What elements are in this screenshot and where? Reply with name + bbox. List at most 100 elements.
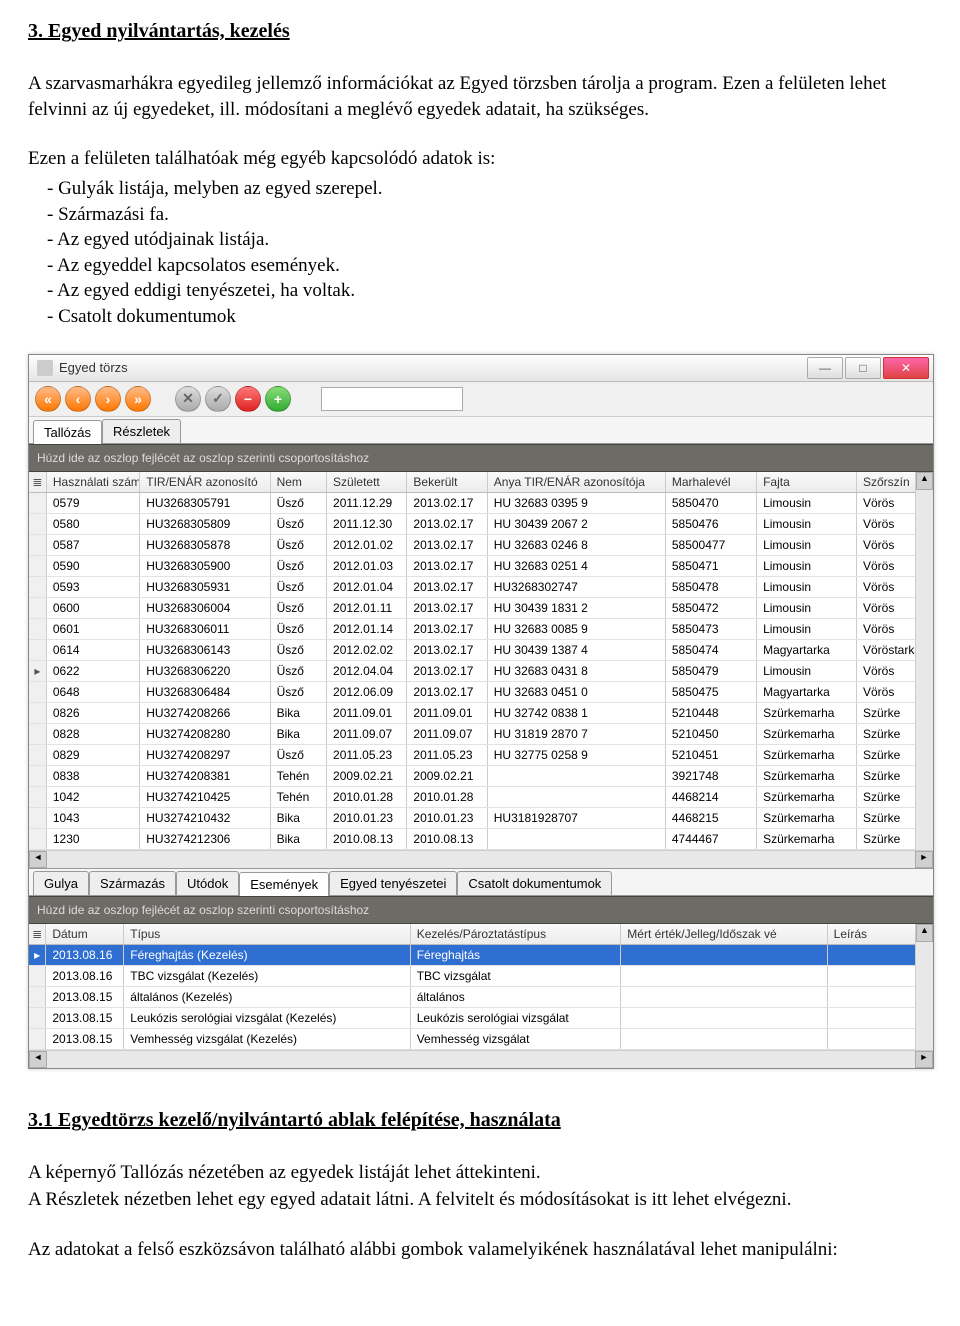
minimize-button[interactable]: — — [807, 357, 843, 379]
column-header[interactable]: Született — [327, 472, 407, 493]
scroll-right-icon[interactable]: ► — [915, 1051, 933, 1068]
table-row[interactable]: 2013.08.15általános (Kezelés)általános — [29, 986, 933, 1007]
table-row[interactable]: ▸0622HU3268306220Üsző2012.04.042013.02.1… — [29, 660, 933, 681]
table-row[interactable]: 0829HU3274208297Üsző2011.05.232011.05.23… — [29, 744, 933, 765]
delete-button[interactable]: − — [235, 386, 261, 412]
row-marker — [29, 1028, 46, 1049]
table-row[interactable]: 2013.08.16TBC vizsgálat (Kezelés)TBC viz… — [29, 965, 933, 986]
horizontal-scrollbar-bottom[interactable]: ◄ ► — [29, 1050, 933, 1068]
table-cell: Szürkemarha — [757, 744, 857, 765]
table-row[interactable]: 0838HU3274208381Tehén2009.02.212009.02.2… — [29, 765, 933, 786]
add-button[interactable]: + — [265, 386, 291, 412]
table-cell: 0828 — [46, 723, 139, 744]
table-cell: 2009.02.21 — [327, 765, 407, 786]
scroll-right-icon[interactable]: ► — [915, 851, 933, 868]
column-header[interactable]: Nem — [270, 472, 326, 493]
vertical-scrollbar[interactable]: ▲ — [915, 472, 933, 850]
row-marker — [29, 681, 46, 702]
table-cell: HU3268305809 — [140, 513, 270, 534]
table-row[interactable]: 2013.08.15Leukózis serológiai vizsgálat … — [29, 1007, 933, 1028]
subtab-szarmazas[interactable]: Származás — [89, 871, 176, 895]
table-cell: 4468215 — [665, 807, 756, 828]
group-by-hint-top[interactable]: Húzd ide az oszlop fejlécét az oszlop sz… — [29, 444, 933, 472]
table-row[interactable]: 0587HU3268305878Üsző2012.01.022013.02.17… — [29, 534, 933, 555]
table-row[interactable]: 0614HU3268306143Üsző2012.02.022013.02.17… — [29, 639, 933, 660]
subtab-gulya[interactable]: Gulya — [33, 871, 89, 895]
column-header[interactable]: Kezelés/Pároztatástípus — [410, 924, 621, 945]
table-row[interactable]: 1042HU3274210425Tehén2010.01.282010.01.2… — [29, 786, 933, 807]
table-cell: Féreghajtás — [410, 944, 621, 965]
column-header[interactable]: Mért érték/Jelleg/Időszak vé — [621, 924, 827, 945]
table-cell: 2013.02.17 — [407, 555, 487, 576]
table-row[interactable]: 0648HU3268306484Üsző2012.06.092013.02.17… — [29, 681, 933, 702]
cancel-button[interactable]: ✕ — [175, 386, 201, 412]
nav-prev-button[interactable]: ‹ — [65, 386, 91, 412]
table-row[interactable]: 0828HU3274208280Bika2011.09.072011.09.07… — [29, 723, 933, 744]
table-cell: 1042 — [46, 786, 139, 807]
search-input[interactable] — [321, 387, 463, 411]
table-cell: 2013.02.17 — [407, 576, 487, 597]
column-header[interactable]: Típus — [124, 924, 410, 945]
table-row[interactable]: 0826HU3274208266Bika2011.09.012011.09.01… — [29, 702, 933, 723]
table-cell: HU 31819 2870 7 — [487, 723, 665, 744]
column-header[interactable]: Fajta — [757, 472, 857, 493]
nav-last-button[interactable]: » — [125, 386, 151, 412]
column-header-marker[interactable]: ≣ — [29, 924, 46, 945]
scroll-up-icon[interactable]: ▲ — [916, 472, 933, 490]
table-cell: HU3274208280 — [140, 723, 270, 744]
section-heading-3: 3. Egyed nyilvántartás, kezelés — [28, 20, 932, 43]
column-header[interactable]: Bekerült — [407, 472, 487, 493]
scroll-up-icon[interactable]: ▲ — [916, 924, 933, 942]
tab-tallozas[interactable]: Tallózás — [33, 420, 102, 444]
table-cell: Üsző — [270, 660, 326, 681]
tab-reszletek[interactable]: Részletek — [102, 419, 181, 443]
table-row[interactable]: 2013.08.15Vemhesség vizsgálat (Kezelés)V… — [29, 1028, 933, 1049]
table-row[interactable]: 0579HU3268305791Üsző2011.12.292013.02.17… — [29, 492, 933, 513]
nav-next-button[interactable]: › — [95, 386, 121, 412]
column-header[interactable]: Használati szám — [46, 472, 139, 493]
subtab-utodok[interactable]: Utódok — [176, 871, 239, 895]
column-header[interactable]: TIR/ENÁR azonosító — [140, 472, 270, 493]
table-row[interactable]: ▸2013.08.16Féreghajtás (Kezelés)Féreghaj… — [29, 944, 933, 965]
table-cell: Üsző — [270, 618, 326, 639]
table-cell — [487, 786, 665, 807]
subtab-dokumentumok[interactable]: Csatolt dokumentumok — [457, 871, 612, 895]
scroll-left-icon[interactable]: ◄ — [29, 1051, 47, 1068]
column-header[interactable]: Anya TIR/ENÁR azonosítója — [487, 472, 665, 493]
close-button[interactable]: ✕ — [883, 357, 929, 379]
column-header-marker[interactable]: ≣ — [29, 472, 46, 493]
bottom-table: ≣ Dátum Típus Kezelés/Pároztatástípus Mé… — [29, 924, 933, 1050]
table-cell: Tehén — [270, 765, 326, 786]
table-cell: 2012.01.14 — [327, 618, 407, 639]
group-by-hint-bottom[interactable]: Húzd ide az oszlop fejlécét az oszlop sz… — [29, 896, 933, 924]
table-cell: 2010.08.13 — [327, 828, 407, 849]
table-row[interactable]: 0590HU3268305900Üsző2012.01.032013.02.17… — [29, 555, 933, 576]
table-cell: 2010.01.23 — [327, 807, 407, 828]
table-row[interactable]: 1230HU3274212306Bika2010.08.132010.08.13… — [29, 828, 933, 849]
table-cell: HU 32683 0251 4 — [487, 555, 665, 576]
subtab-esemenyek[interactable]: Események — [239, 872, 329, 896]
table-cell: 2009.02.21 — [407, 765, 487, 786]
table-cell: 2013.02.17 — [407, 513, 487, 534]
table-cell: Féreghajtás (Kezelés) — [124, 944, 410, 965]
table-cell: Üsző — [270, 492, 326, 513]
table-cell: Szürkemarha — [757, 723, 857, 744]
table-cell: 2012.01.11 — [327, 597, 407, 618]
table-cell: Szürkemarha — [757, 807, 857, 828]
save-button[interactable]: ✓ — [205, 386, 231, 412]
column-header[interactable]: Dátum — [46, 924, 124, 945]
horizontal-scrollbar-top[interactable]: ◄ ► — [29, 850, 933, 868]
table-row[interactable]: 0593HU3268305931Üsző2012.01.042013.02.17… — [29, 576, 933, 597]
table-cell: 5210448 — [665, 702, 756, 723]
nav-first-button[interactable]: « — [35, 386, 61, 412]
table-cell: 2012.02.02 — [327, 639, 407, 660]
table-row[interactable]: 0601HU3268306011Üsző2012.01.142013.02.17… — [29, 618, 933, 639]
maximize-button[interactable]: □ — [845, 357, 881, 379]
column-header[interactable]: Marhalevél — [665, 472, 756, 493]
table-row[interactable]: 0580HU3268305809Üsző2011.12.302013.02.17… — [29, 513, 933, 534]
vertical-scrollbar[interactable]: ▲ — [915, 924, 933, 1050]
subtab-tenyeszetek[interactable]: Egyed tenyészetei — [329, 871, 457, 895]
scroll-left-icon[interactable]: ◄ — [29, 851, 47, 868]
table-row[interactable]: 0600HU3268306004Üsző2012.01.112013.02.17… — [29, 597, 933, 618]
table-row[interactable]: 1043HU3274210432Bika2010.01.232010.01.23… — [29, 807, 933, 828]
